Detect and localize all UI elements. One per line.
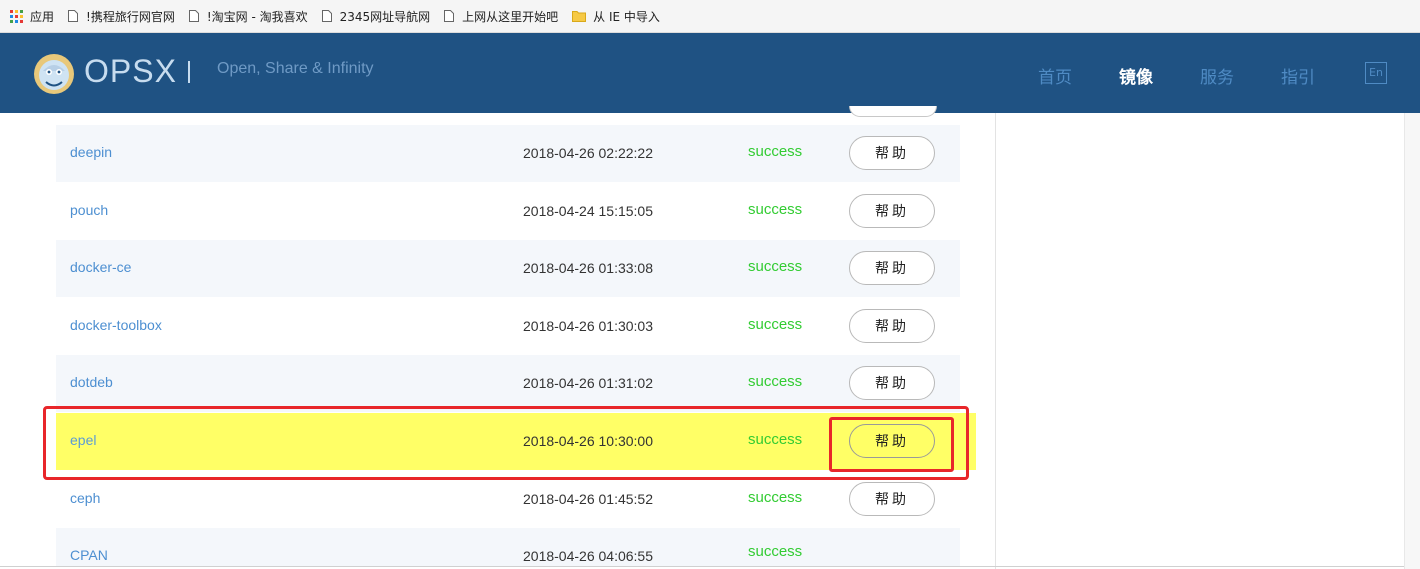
help-button[interactable]: 帮助 [849, 251, 935, 285]
mirror-status: success [748, 373, 803, 390]
site-header: OPSX Open, Share & Infinity 首页 镜像 服务 指引 … [0, 33, 1420, 113]
mirror-updated-time: 2018-04-26 10:30:00 [523, 433, 653, 449]
help-button[interactable]: 帮助 [849, 136, 935, 170]
brand-name[interactable]: OPSX [84, 53, 177, 90]
mirror-updated-time: 2018-04-26 04:06:55 [523, 548, 653, 564]
mirror-updated-time: 2018-04-26 01:30:03 [523, 318, 653, 334]
bookmark-taobao[interactable]: !淘宝网 - 淘我喜欢 [188, 8, 308, 25]
page-icon [444, 10, 455, 22]
nav-home[interactable]: 首页 [1038, 63, 1072, 88]
bookmark-label: 2345网址导航网 [339, 9, 431, 24]
brand-divider [188, 61, 190, 83]
nav-services[interactable]: 服务 [1200, 63, 1234, 88]
table-row: docker-toolbox 2018-04-26 01:30:03 succe… [56, 298, 960, 355]
table-row: CPAN 2018-04-26 04:06:55 success [56, 528, 960, 566]
mirror-updated-time: 2018-04-26 01:45:52 [523, 491, 653, 507]
bookmark-start[interactable]: 上网从这里开始吧 [444, 8, 558, 25]
mirror-name-link[interactable]: ceph [70, 490, 100, 506]
table-row: pouch 2018-04-24 15:15:05 success 帮助 [56, 183, 960, 240]
mirror-name-link[interactable]: deepin [70, 144, 112, 160]
help-button[interactable]: 帮助 [849, 194, 935, 228]
opsx-logo-icon[interactable] [33, 53, 75, 95]
brand-tagline: Open, Share & Infinity [217, 60, 374, 77]
page-icon [321, 10, 332, 22]
bookmark-label: 应用 [30, 9, 55, 24]
mirror-status: success [748, 543, 803, 560]
side-panel [996, 113, 1404, 569]
table-row: ceph 2018-04-26 01:45:52 success 帮助 [56, 471, 960, 528]
mirror-status: success [748, 143, 803, 160]
bookmarks-bar: 应用 !携程旅行网官网 !淘宝网 - 淘我喜欢 2345网址导航网 上网从这里开… [0, 0, 1420, 33]
help-button-partial[interactable] [849, 106, 937, 117]
mirror-name-link[interactable]: dotdeb [70, 374, 113, 390]
mirror-name-link[interactable]: epel [70, 432, 96, 448]
language-toggle-button[interactable]: En [1365, 62, 1387, 84]
bookmark-ctrip[interactable]: !携程旅行网官网 [68, 8, 175, 25]
bookmark-2345[interactable]: 2345网址导航网 [321, 8, 431, 25]
table-row: docker-ce 2018-04-26 01:33:08 success 帮助 [56, 240, 960, 297]
page-icon [68, 10, 79, 22]
bookmark-label: 从 IE 中导入 [593, 9, 660, 24]
folder-icon [572, 11, 587, 22]
mirror-updated-time: 2018-04-26 01:31:02 [523, 375, 653, 391]
help-button[interactable]: 帮助 [849, 482, 935, 516]
mirror-name-link[interactable]: docker-ce [70, 259, 131, 275]
mirror-status: success [748, 258, 803, 275]
nav-mirrors[interactable]: 镜像 [1119, 63, 1153, 88]
mirror-name-link[interactable]: CPAN [70, 547, 108, 563]
mirror-status: success [748, 431, 803, 448]
table-row: dotdeb 2018-04-26 01:31:02 success 帮助 [56, 355, 960, 412]
bookmark-label: !携程旅行网官网 [86, 9, 175, 24]
bookmark-label: !淘宝网 - 淘我喜欢 [206, 9, 308, 24]
mirror-name-link[interactable]: docker-toolbox [70, 317, 162, 333]
page-icon [188, 10, 199, 22]
help-button[interactable]: 帮助 [849, 424, 935, 458]
mirror-updated-time: 2018-04-24 15:15:05 [523, 203, 653, 219]
help-button[interactable]: 帮助 [849, 309, 935, 343]
table-row-highlighted: epel 2018-04-26 10:30:00 success 帮助 [56, 413, 976, 470]
bookmark-apps[interactable]: 应用 [10, 8, 54, 25]
mirror-status: success [748, 316, 803, 333]
mirror-status: success [748, 201, 803, 218]
bookmark-label: 上网从这里开始吧 [462, 9, 559, 24]
bookmark-import-ie[interactable]: 从 IE 中导入 [572, 8, 660, 25]
help-button[interactable]: 帮助 [849, 366, 935, 400]
nav-guide[interactable]: 指引 [1281, 63, 1315, 88]
divider [0, 566, 1404, 567]
mirror-updated-time: 2018-04-26 02:22:22 [523, 145, 653, 161]
table-row: deepin 2018-04-26 02:22:22 success 帮助 [56, 125, 960, 182]
mirror-name-link[interactable]: pouch [70, 202, 108, 218]
scrollbar[interactable] [1404, 113, 1420, 569]
apps-grid-icon [10, 9, 23, 23]
mirror-updated-time: 2018-04-26 01:33:08 [523, 260, 653, 276]
mirror-status: success [748, 489, 803, 506]
